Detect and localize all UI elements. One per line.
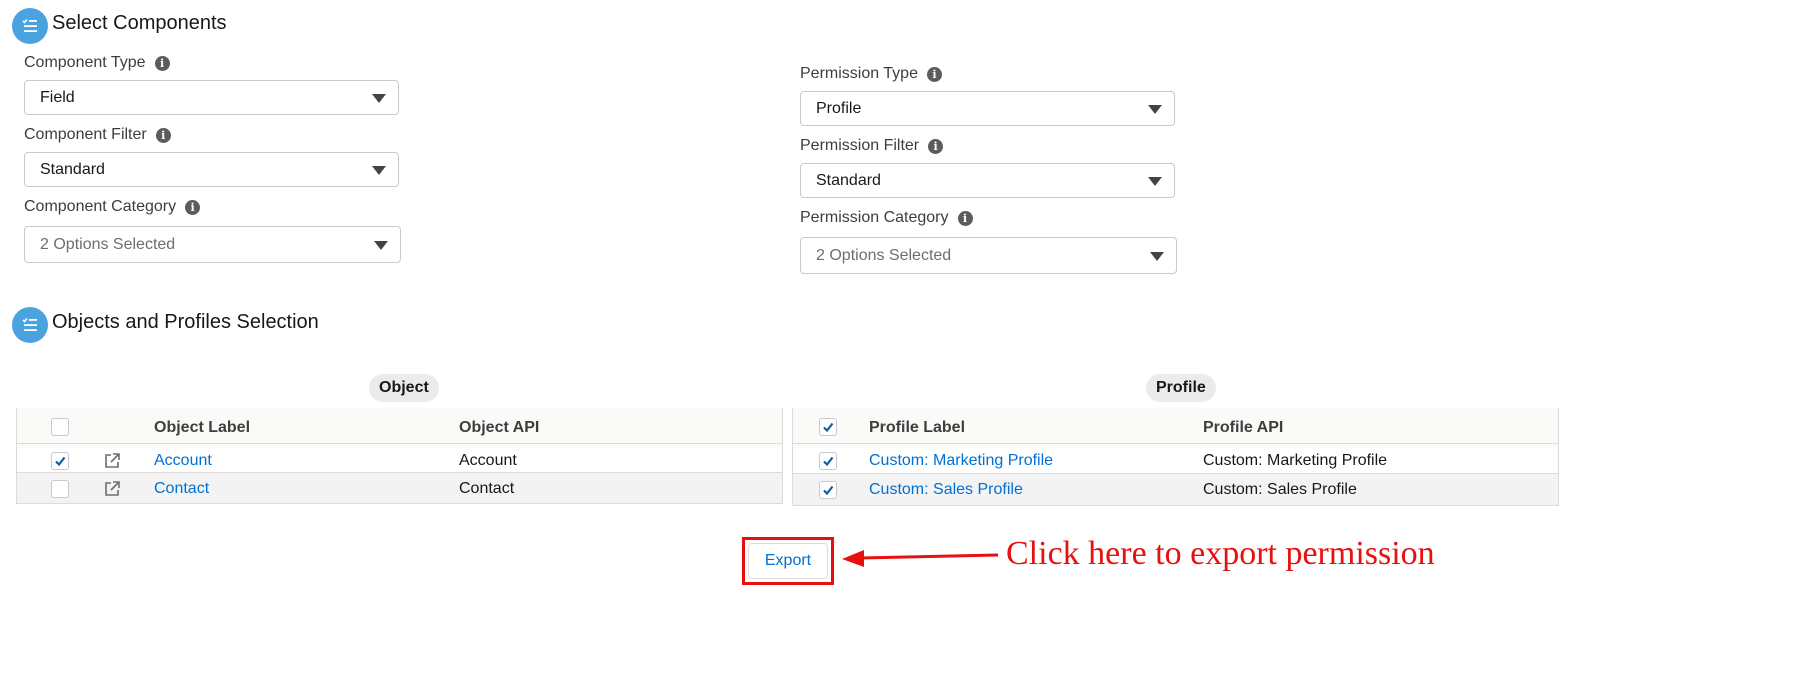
profile-api-cell: Custom: Sales Profile — [1203, 481, 1357, 498]
permission-filter-select[interactable]: Standard — [800, 163, 1175, 198]
caret-down-icon — [1148, 176, 1162, 186]
component-type-label-text: Component Type — [24, 54, 146, 71]
row-checkbox[interactable] — [819, 452, 837, 470]
profile-table-header: Profile Label Profile API — [793, 408, 1558, 448]
permission-category-multiselect[interactable]: 2 Options Selected — [800, 237, 1177, 274]
component-type-value: Field — [40, 88, 75, 106]
table-row: Custom: Sales Profile Custom: Sales Prof… — [793, 473, 1558, 505]
list-check-icon — [22, 18, 37, 32]
info-icon[interactable]: i — [154, 55, 170, 71]
object-pill: Object — [369, 374, 439, 402]
export-button[interactable]: Export — [748, 543, 828, 579]
component-filter-label-text: Component Filter — [24, 126, 147, 143]
info-icon[interactable]: i — [155, 127, 171, 143]
permission-filter-label: Permission Filter i — [800, 137, 944, 155]
object-table-header: Object Label Object API — [17, 408, 782, 448]
component-type-select[interactable]: Field — [24, 80, 399, 115]
permission-filter-label-text: Permission Filter — [800, 137, 920, 154]
component-category-label: Component Category i — [24, 198, 201, 216]
permission-category-label-text: Permission Category — [800, 209, 949, 226]
caret-down-icon — [1148, 104, 1162, 114]
object-api-cell: Contact — [459, 479, 515, 497]
table-row: Contact Contact — [17, 472, 782, 503]
select-all-objects-checkbox[interactable] — [51, 418, 69, 436]
row-checkbox[interactable] — [51, 452, 69, 470]
permission-category-value: 2 Options Selected — [816, 246, 952, 264]
selection-section-icon — [12, 307, 48, 343]
selection-section-title: Objects and Profiles Selection — [52, 311, 319, 333]
profile-pill: Profile — [1146, 374, 1216, 402]
list-check-icon — [22, 317, 37, 331]
checkmark-icon — [823, 456, 834, 467]
caret-down-icon — [1150, 251, 1164, 261]
info-icon[interactable]: i — [185, 199, 201, 215]
export-annotation-text: Click here to export permission — [1006, 535, 1435, 572]
object-table: Object Label Object API Account Account … — [16, 408, 783, 504]
checkmark-icon — [823, 485, 834, 496]
info-icon[interactable]: i — [926, 66, 942, 82]
checkmark-icon — [823, 422, 834, 433]
profile-label-link[interactable]: Custom: Sales Profile — [869, 474, 1023, 506]
caret-down-icon — [372, 165, 386, 175]
permission-filter-value: Standard — [816, 171, 881, 189]
external-link-icon[interactable] — [103, 452, 121, 470]
permission-category-label: Permission Category i — [800, 209, 973, 227]
object-label-header: Object Label — [154, 419, 251, 436]
row-checkbox[interactable] — [819, 481, 837, 499]
object-label-link[interactable]: Contact — [154, 473, 209, 504]
permission-type-value: Profile — [816, 99, 862, 117]
checkmark-icon — [55, 456, 66, 467]
select-components-icon — [12, 8, 48, 44]
profile-label-header: Profile Label — [869, 419, 966, 436]
component-filter-label: Component Filter i — [24, 126, 171, 144]
component-category-multiselect[interactable]: 2 Options Selected — [24, 226, 401, 263]
row-checkbox[interactable] — [51, 480, 69, 498]
permission-type-label-text: Permission Type — [800, 65, 918, 82]
permission-type-select[interactable]: Profile — [800, 91, 1175, 126]
caret-down-icon — [374, 240, 388, 250]
component-category-label-text: Component Category — [24, 198, 177, 215]
external-link-icon[interactable] — [103, 480, 121, 498]
component-type-label: Component Type i — [24, 54, 170, 72]
info-icon[interactable]: i — [957, 210, 973, 226]
caret-down-icon — [372, 93, 386, 103]
component-filter-select[interactable]: Standard — [24, 152, 399, 187]
profile-api-header: Profile API — [1203, 419, 1284, 436]
object-api-header: Object API — [459, 419, 540, 436]
table-row: Custom: Marketing Profile Custom: Market… — [793, 443, 1558, 477]
annotation-arrow — [842, 550, 999, 567]
select-components-title: Select Components — [52, 12, 227, 34]
info-icon[interactable]: i — [928, 138, 944, 154]
permission-type-label: Permission Type i — [800, 65, 942, 83]
component-filter-value: Standard — [40, 160, 105, 178]
component-category-value: 2 Options Selected — [40, 235, 176, 253]
select-all-profiles-checkbox[interactable] — [819, 418, 837, 436]
profile-table: Profile Label Profile API Custom: Market… — [792, 408, 1559, 506]
